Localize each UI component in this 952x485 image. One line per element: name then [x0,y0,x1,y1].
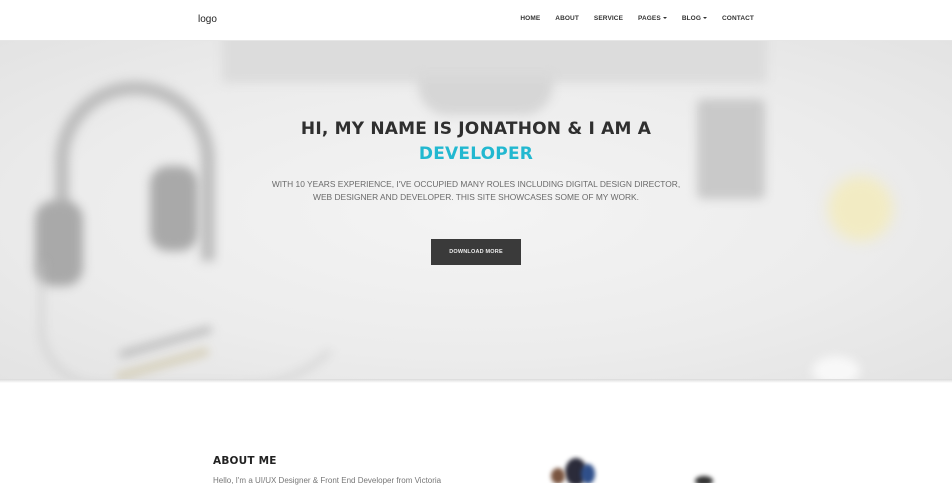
navbar: logo HOME ABOUT SERVICE PAGES BLOG CONTA… [0,0,952,41]
monitor-stand-decoration [418,75,553,115]
image-blob [581,464,595,483]
nav-item-label: PAGES [638,15,661,22]
nav-item-label: BLOG [681,15,701,22]
nav-item-home[interactable]: HOME [520,15,540,22]
caret-down-icon [662,17,667,20]
hero-section: HI, MY NAME IS JONATHON & I AM A DEVELOP… [0,41,952,381]
download-more-button[interactable]: DOWNLOAD MORE [431,239,521,265]
section-divider [0,379,952,383]
about-title: ABOUT ME [213,454,277,467]
image-blob [695,476,713,483]
nav-item-label: CONTACT [722,15,754,22]
nav-item-blog[interactable]: BLOG [682,15,707,22]
caret-down-icon [703,17,707,20]
cable-decoration [40,261,366,381]
hero-subtitle: WITH 10 YEARS EXPERIENCE, I'VE OCCUPIED … [271,179,681,189]
nav-item-about[interactable]: ABOUT [555,15,579,22]
image-blob [551,468,565,483]
hero-title: HI, MY NAME IS JONATHON & I AM A [300,119,652,139]
hero-subtitle: WEB DESIGNER AND DEVELOPER. THIS SITE SH… [313,192,639,202]
main-nav: HOME ABOUT SERVICE PAGES BLOG CONTACT [505,15,754,22]
about-intro-text: Hello, I'm a UI/UX Designer & Front End … [213,476,442,485]
nav-item-service[interactable]: SERVICE [594,15,623,22]
nav-item-label: ABOUT [555,15,579,22]
nav-item-contact[interactable]: CONTACT [722,15,754,22]
hero-title-highlight: DEVELOPER [418,144,534,164]
nav-item-label: HOME [520,15,541,22]
nav-item-pages[interactable]: PAGES [638,15,667,22]
cup-decoration [812,356,860,381]
nav-item-label: SERVICE [593,15,624,22]
site-logo[interactable]: logo [198,14,217,25]
about-image [545,454,745,483]
